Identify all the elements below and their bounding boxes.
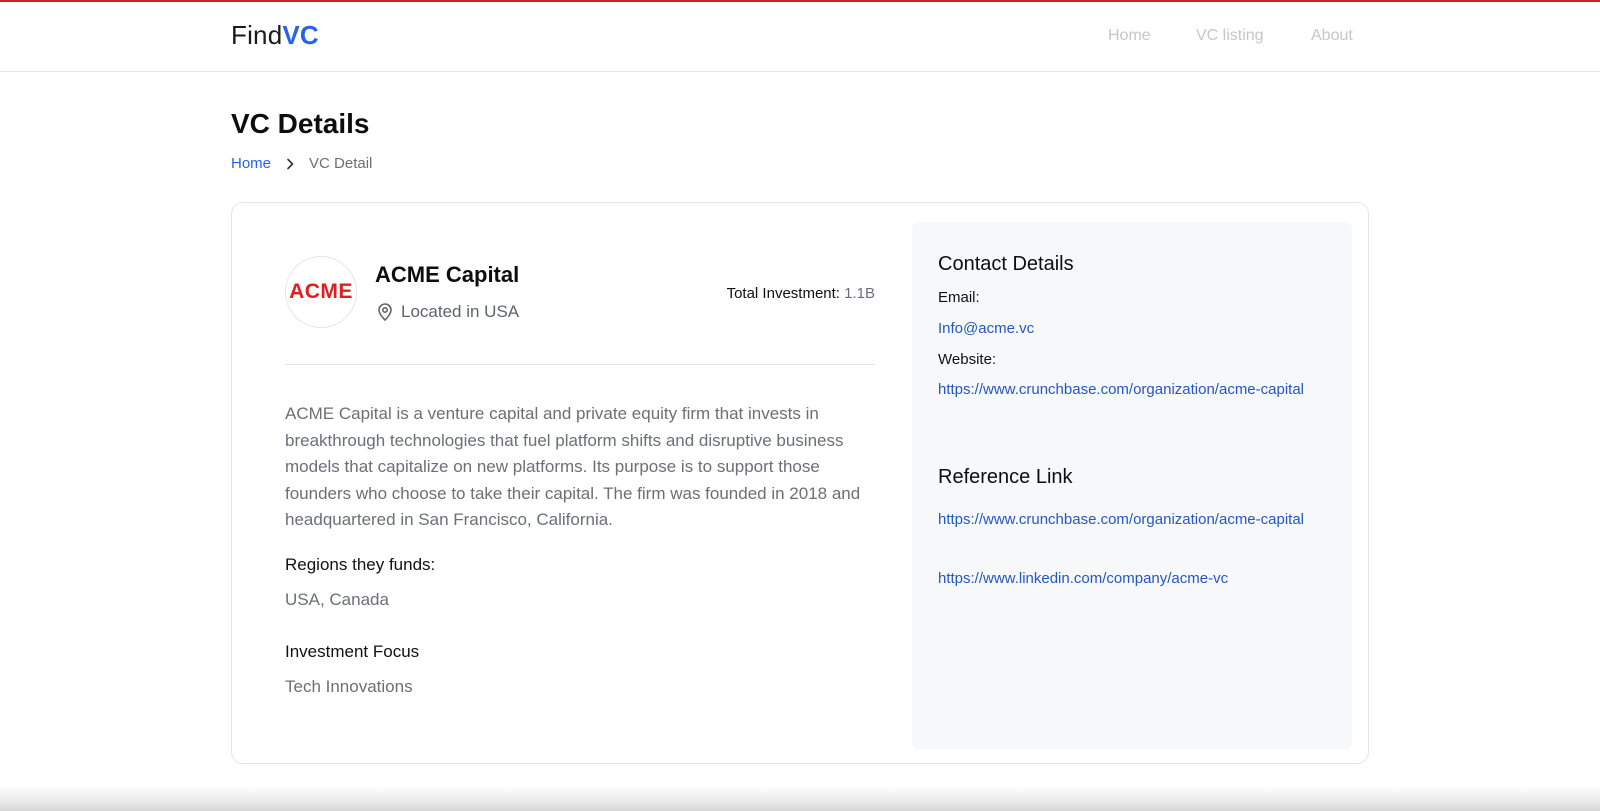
site-header: FindVC Home VC listing About xyxy=(0,2,1600,72)
site-logo[interactable]: FindVC xyxy=(231,20,319,51)
reference-link-linkedin[interactable]: https://www.linkedin.com/company/acme-vc xyxy=(938,568,1318,590)
total-investment-label: Total Investment: xyxy=(726,285,840,302)
chevron-right-icon xyxy=(285,158,295,170)
nav-about[interactable]: About xyxy=(1311,27,1353,45)
firm-logo: ACME xyxy=(285,256,357,328)
investment-focus-label: Investment Focus xyxy=(285,642,420,661)
logo-find-text: Find xyxy=(231,20,283,50)
firm-description: ACME Capital is a venture capital and pr… xyxy=(285,404,861,529)
page-title: VC Details xyxy=(231,108,370,139)
website-link[interactable]: https://www.crunchbase.com/organization/… xyxy=(938,379,1318,401)
window-bottom-edge xyxy=(0,786,1600,811)
contact-panel: Contact Details Email: Info@acme.vc Webs… xyxy=(912,222,1352,749)
logo-vc-text: VC xyxy=(282,20,319,50)
divider xyxy=(285,364,875,365)
total-investment-value: 1.1B xyxy=(844,285,875,302)
website-label: Website: xyxy=(938,351,997,368)
reference-link-crunchbase[interactable]: https://www.crunchbase.com/organization/… xyxy=(938,509,1318,531)
breadcrumb-current: VC Detail xyxy=(309,155,373,172)
reference-link-title: Reference Link xyxy=(938,466,1073,488)
investment-focus-value: Tech Innovations xyxy=(285,677,413,696)
vc-detail-card: ACME ACME Capital Located in USA Total I… xyxy=(231,202,1369,764)
nav-home[interactable]: Home xyxy=(1108,27,1151,45)
email-label: Email: xyxy=(938,289,980,306)
nav-vc-listing[interactable]: VC listing xyxy=(1196,27,1264,45)
map-pin-icon xyxy=(375,302,395,322)
firm-location-text: Located in USA xyxy=(401,302,520,321)
firm-name: ACME Capital xyxy=(375,262,520,287)
firm-location: Located in USA xyxy=(375,302,519,322)
breadcrumb-home-link[interactable]: Home xyxy=(231,155,271,172)
regions-label: Regions they funds: xyxy=(285,555,436,574)
regions-value: USA, Canada xyxy=(285,590,389,609)
firm-logo-text: ACME xyxy=(289,280,353,303)
breadcrumb: Home VC Detail xyxy=(231,155,372,172)
email-link[interactable]: Info@acme.vc xyxy=(938,318,1318,340)
total-investment: Total Investment: 1.1B xyxy=(727,285,875,302)
contact-details-title: Contact Details xyxy=(938,253,1074,275)
